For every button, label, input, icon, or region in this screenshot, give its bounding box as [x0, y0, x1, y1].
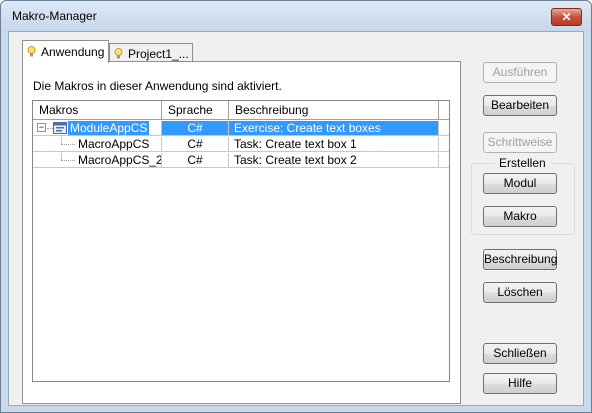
macro-name-cell: − ModuleAppCS — [33, 121, 162, 135]
table-row[interactable]: MacroAppCS_2 C# Task: Create text box 2 — [33, 153, 449, 168]
lightbulb-icon — [114, 48, 123, 59]
grid-header: Makros Sprache Beschreibung — [33, 101, 449, 120]
delete-button[interactable]: Löschen — [483, 282, 557, 303]
tab-label: Anwendung — [41, 45, 105, 59]
macro-name: MacroAppCS_2 — [78, 153, 162, 167]
tab-anwendung[interactable]: Anwendung — [22, 40, 109, 63]
description-button[interactable]: Beschreibung — [483, 249, 557, 270]
macro-description: Task: Create text box 2 — [229, 153, 439, 167]
tree-connector — [61, 137, 62, 144]
table-row[interactable]: MacroAppCS C# Task: Create text box 1 — [33, 137, 449, 152]
lightbulb-icon — [27, 46, 36, 57]
tree-connector — [61, 160, 75, 161]
macro-list-grid[interactable]: Makros Sprache Beschreibung − ModuleAppC… — [32, 100, 450, 382]
macros-enabled-info: Die Makros in dieser Anwendung sind akti… — [33, 79, 282, 93]
help-button[interactable]: Hilfe — [483, 373, 557, 394]
dialog-client-area: Anwendung Project1_... Die Makros in die… — [8, 31, 584, 406]
column-header-sprache[interactable]: Sprache — [162, 101, 229, 120]
macro-name-cell: MacroAppCS_2 — [33, 153, 162, 167]
macro-description: Exercise: Create text boxes — [229, 121, 439, 135]
step-button[interactable]: Schrittweise — [483, 132, 557, 153]
table-row[interactable]: − ModuleAppCS C# Exercise: Create text b… — [33, 121, 449, 136]
module-icon — [53, 122, 67, 134]
tab-panel-anwendung: Die Makros in dieser Anwendung sind akti… — [22, 61, 461, 404]
create-group-label: Erstellen — [495, 156, 550, 170]
edit-button[interactable]: Bearbeiten — [483, 95, 557, 116]
collapse-toggle[interactable]: − — [37, 123, 46, 132]
column-header-beschreibung[interactable]: Beschreibung — [229, 101, 439, 120]
column-header-makros[interactable]: Makros — [33, 101, 162, 120]
close-button[interactable]: Schließen — [483, 343, 557, 364]
macro-language: C# — [162, 137, 229, 151]
window-title: Makro-Manager — [12, 9, 97, 23]
tab-label: Project1_... — [128, 47, 189, 61]
close-icon: ✕ — [561, 10, 572, 24]
new-module-button[interactable]: Modul — [483, 173, 557, 194]
macro-name-cell: MacroAppCS — [33, 137, 162, 151]
close-window-button[interactable]: ✕ — [551, 8, 582, 26]
tree-connector — [61, 144, 75, 145]
new-macro-button[interactable]: Makro — [483, 206, 557, 227]
macro-language: C# — [162, 153, 229, 167]
run-button[interactable]: Ausführen — [483, 62, 557, 83]
tree-connector — [61, 153, 62, 160]
macro-name: ModuleAppCS — [68, 121, 150, 135]
macro-description: Task: Create text box 1 — [229, 137, 439, 151]
title-bar: Makro-Manager ✕ — [1, 1, 591, 31]
makro-manager-window: Makro-Manager ✕ Anwendung Project1_... D… — [0, 0, 592, 413]
macro-language: C# — [162, 121, 229, 135]
macro-name: MacroAppCS — [78, 137, 150, 151]
